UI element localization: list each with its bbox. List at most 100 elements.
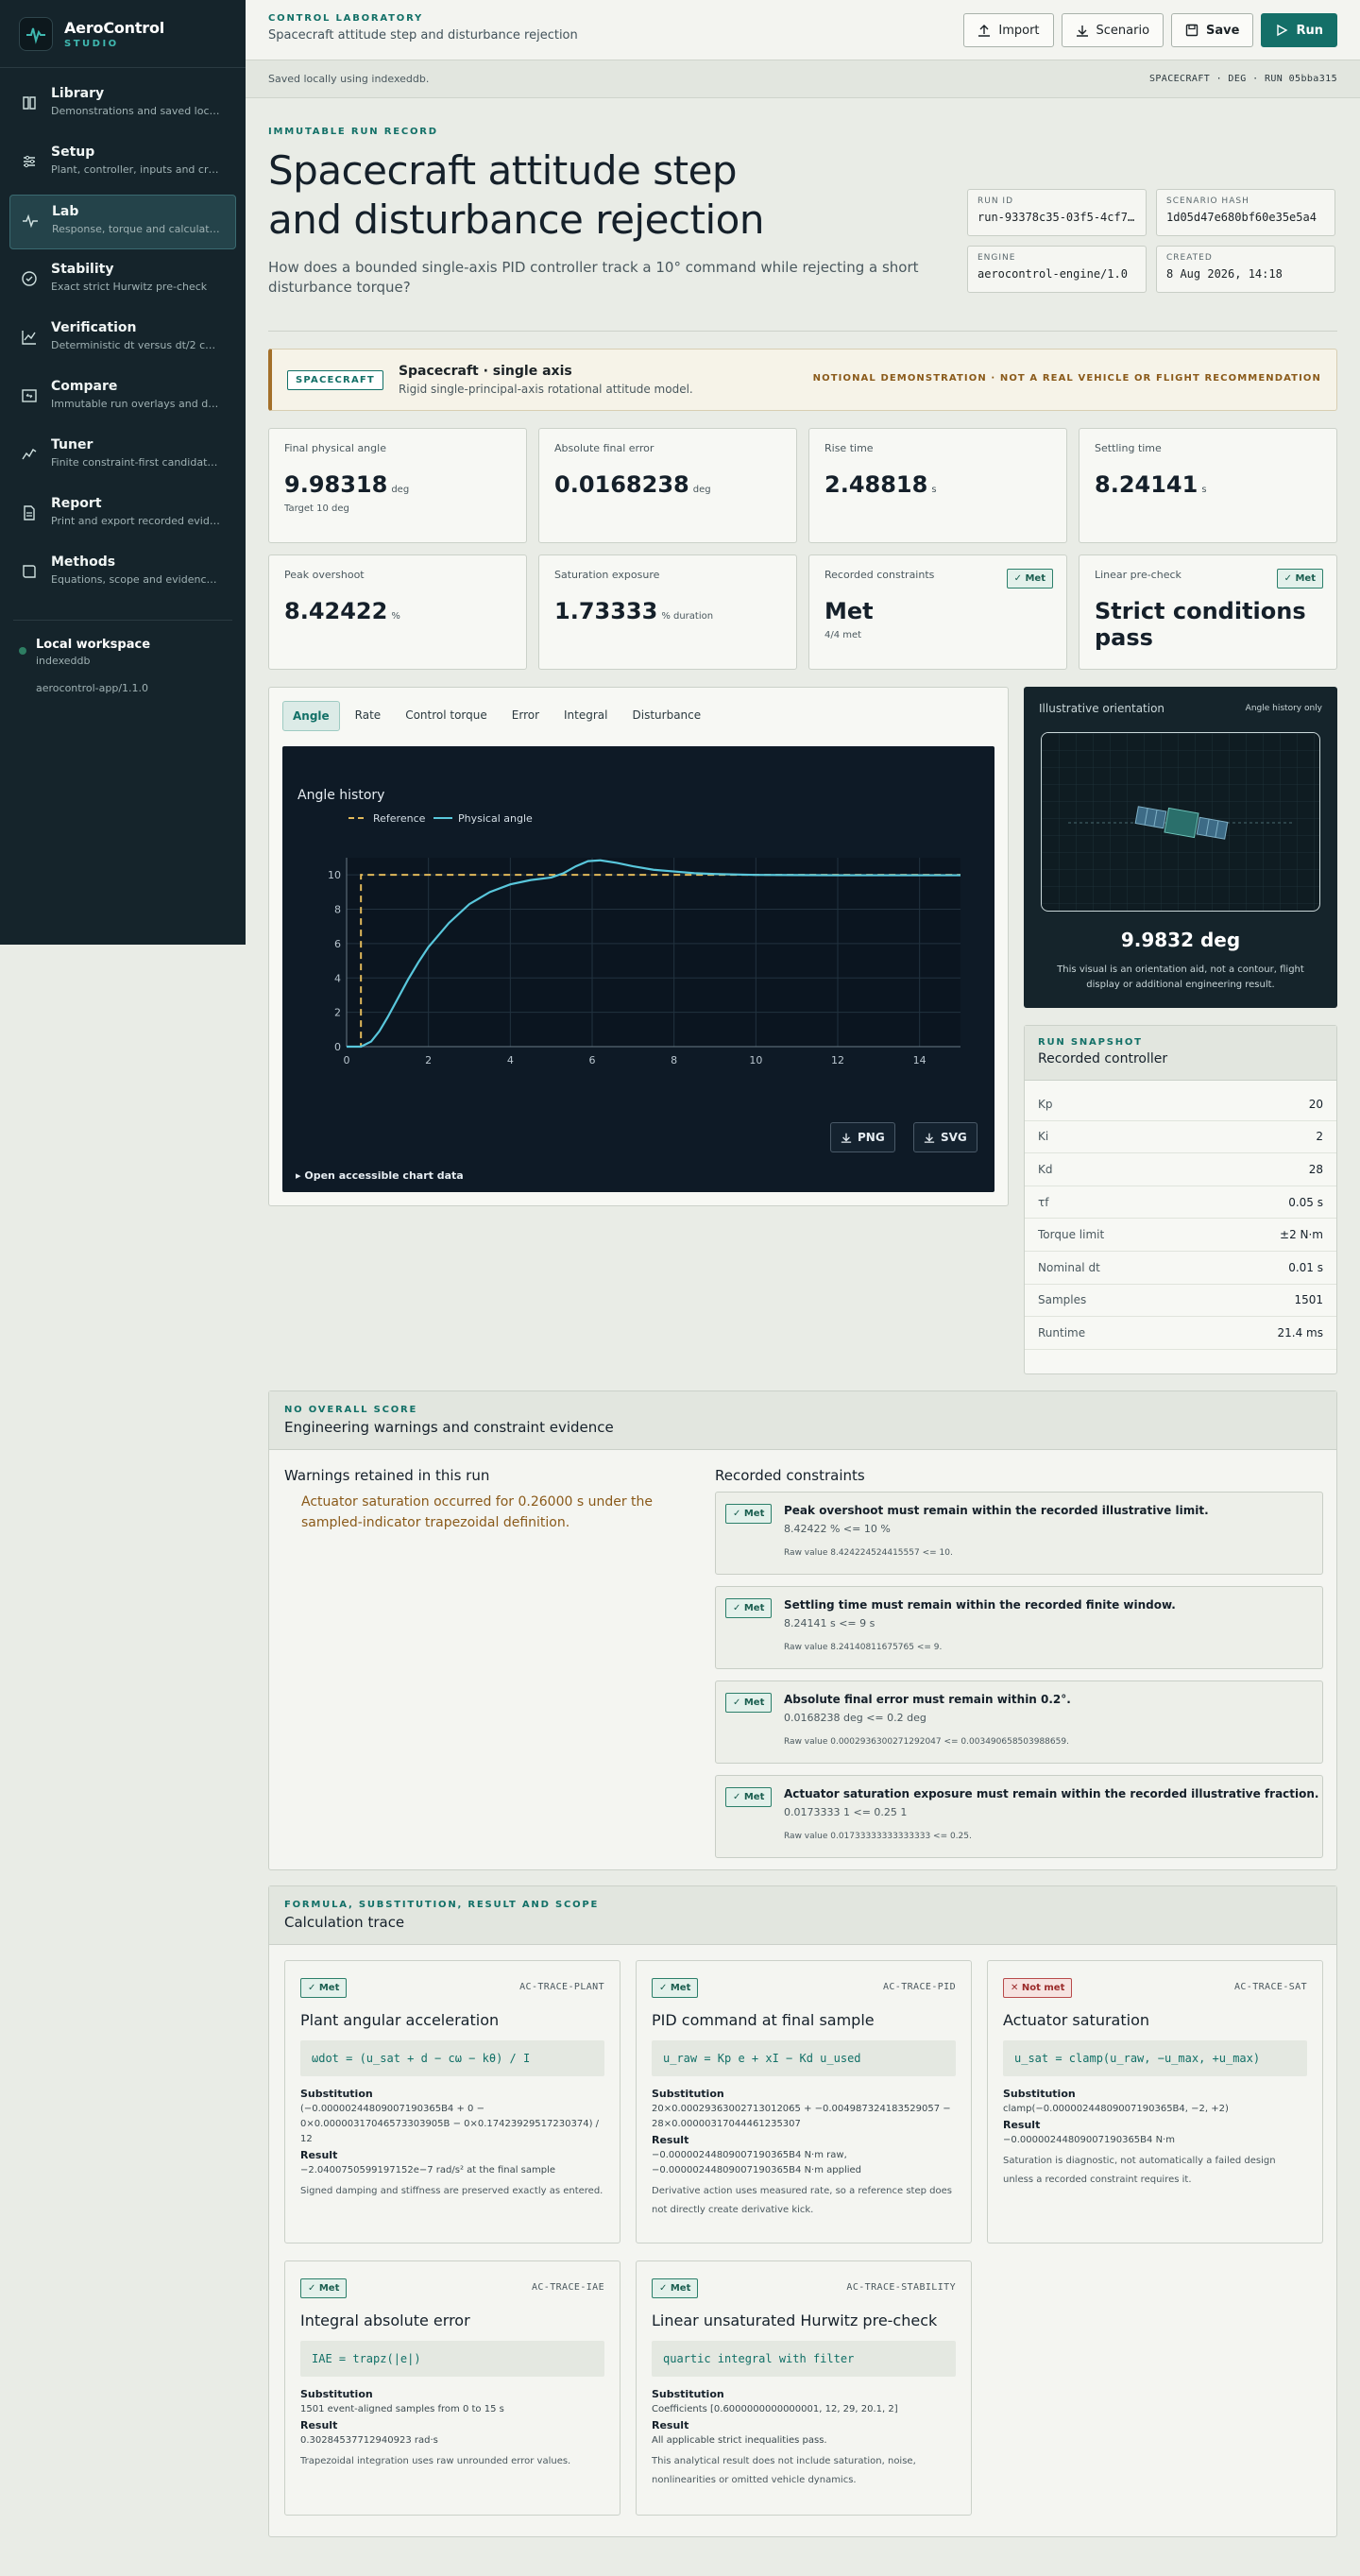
meta-value: 8 Aug 2026, 14:18 xyxy=(1166,267,1283,281)
meta-label: SCENARIO HASH xyxy=(1166,196,1250,206)
tab-rate[interactable]: Rate xyxy=(346,701,391,731)
trace-title: Actuator saturation xyxy=(1003,2011,1149,2029)
snapshot-key: Kp xyxy=(1038,1097,1053,1111)
trace-result: −0.00000244809007190365B4 N·m raw, −0.00… xyxy=(652,2150,862,2175)
run-button[interactable]: Run xyxy=(1261,13,1337,47)
tab-error[interactable]: Error xyxy=(502,701,549,731)
sidebar-item-methods[interactable]: Methods Equations, scope and evidence lan… xyxy=(9,546,236,601)
metric-value: 8.24141 s xyxy=(1095,471,1321,498)
met-badge: ✓ Met xyxy=(1006,569,1053,589)
export-svg-label: SVG xyxy=(941,1131,967,1144)
sidebar-item-verification[interactable]: Verification Deterministic dt versus dt/2… xyxy=(9,312,236,367)
workspace-version: aerocontrol-app/1.1.0 xyxy=(36,682,149,694)
constraint-card: ✓ Met Absolute final error must remain wi… xyxy=(715,1680,1323,1764)
x-tick-label: 14 xyxy=(913,1054,926,1066)
trace-id: AC-TRACE-IAE xyxy=(531,2282,604,2293)
sidebar-item-desc: Print and export recorded evidence xyxy=(51,515,221,527)
y-tick-label: 8 xyxy=(334,904,341,916)
orientation-panel: Illustrative orientation Angle history o… xyxy=(1024,687,1337,1008)
sidebar-item-title: Setup xyxy=(51,145,95,160)
sidebar-item-library[interactable]: Library Demonstrations and saved local st… xyxy=(9,77,236,132)
y-tick-label: 2 xyxy=(334,1007,341,1019)
sidebar-item-desc: Exact strict Hurwitz pre-check xyxy=(51,281,208,293)
scenario-label: Scenario xyxy=(1096,23,1150,38)
metric-number: Strict conditions pass xyxy=(1095,598,1306,651)
sidebar-item-compare[interactable]: Compare Immutable run overlays and differ… xyxy=(9,370,236,425)
sidebar-item-title: Verification xyxy=(51,320,137,335)
import-button[interactable]: Import xyxy=(963,13,1054,47)
snapshot-value: 21.4 ms xyxy=(1277,1325,1323,1339)
metric-value: Met xyxy=(824,598,1051,624)
sliders-icon xyxy=(21,153,38,170)
scenario-button[interactable]: Scenario xyxy=(1061,13,1164,47)
tab-control-torque[interactable]: Control torque xyxy=(396,701,497,731)
met-badge: ✓ Met xyxy=(300,1978,348,1998)
tab-disturbance[interactable]: Disturbance xyxy=(623,701,711,731)
trace-formula: IAE = trapz(|e|) xyxy=(300,2341,604,2377)
export-png-button[interactable]: PNG xyxy=(830,1122,895,1152)
met-badge: ✓ Met xyxy=(725,1598,773,1618)
metric-note: 4/4 met xyxy=(824,630,862,640)
sidebar-item-desc: Equations, scope and evidence language xyxy=(51,573,221,586)
metric-number: 1.73333 xyxy=(554,598,658,624)
meta-value: run-93378c35-03f5-4cf7-8ea7-05bba315 xyxy=(978,211,1136,224)
snapshot-value: 2 xyxy=(1316,1130,1323,1144)
metric-card: Linear pre-check ✓ Met Strict conditions p… xyxy=(1079,554,1337,670)
top-header: CONTROL LABORATORY Spacecraft attitude s… xyxy=(246,0,1360,60)
sidebar-item-setup[interactable]: Setup Plant, controller, inputs and crite… xyxy=(9,136,236,191)
domain-banner: SPACECRAFT Spacecraft · single axis Rigi… xyxy=(268,349,1337,411)
tab-angle[interactable]: Angle xyxy=(282,701,340,731)
sidebar-item-lab[interactable]: Lab Response, torque and calculation evid… xyxy=(9,195,236,249)
trace-result: All applicable strict inequalities pass. xyxy=(652,2435,827,2446)
save-button[interactable]: Save xyxy=(1171,13,1254,47)
trace-card: ✓ Met AC-TRACE-PLANT Plant angular acceler… xyxy=(284,1960,620,2243)
brand[interactable]: AeroControl STUDIO xyxy=(0,0,246,68)
meta-label: CREATED xyxy=(1166,253,1213,263)
accessible-data-toggle[interactable]: ▸ Open accessible chart data xyxy=(296,1169,464,1182)
metric-card: Saturation exposure 1.73333% duration xyxy=(538,554,797,670)
save-icon xyxy=(1185,24,1198,37)
snapshot-key: Ki xyxy=(1038,1130,1049,1144)
export-svg-button[interactable]: SVG xyxy=(913,1122,978,1152)
notional-warning: NOTIONAL DEMONSTRATION · NOT A REAL VEHI… xyxy=(812,373,1321,384)
sidebar-item-desc: Deterministic dt versus dt/2 comparison xyxy=(51,339,221,351)
retained-warnings-label: Warnings retained in this run xyxy=(284,1467,490,1484)
study-question: How does a bounded single-axis PID contr… xyxy=(268,259,919,296)
sidebar-item-tuner[interactable]: Tuner Finite constraint-first candidate s… xyxy=(9,429,236,484)
sidebar-item-desc: Immutable run overlays and differences xyxy=(51,398,221,410)
compare-icon xyxy=(21,387,38,404)
trace-id: AC-TRACE-SAT xyxy=(1233,1982,1307,1992)
not-met-badge: ✕ Not met xyxy=(1003,1978,1073,1998)
met-badge: ✓ Met xyxy=(1276,569,1323,589)
sidebar-item-stability[interactable]: Stability Exact strict Hurwitz pre-check xyxy=(9,253,236,308)
download-icon xyxy=(841,1133,852,1143)
results-row: Angle Rate Control torque Error Integral Dist… xyxy=(268,687,1337,1374)
pulse-icon xyxy=(22,213,39,230)
meta-value: 1d05d47e680bf60e35e5a4 xyxy=(1166,211,1317,224)
snapshot-key: Kd xyxy=(1038,1162,1053,1176)
x-tick-label: 8 xyxy=(671,1054,677,1066)
metric-card: Peak overshoot 8.42422% xyxy=(268,554,527,670)
constraint-title: Peak overshoot must remain within the re… xyxy=(784,1504,1209,1517)
trace-formula: u_raw = Kp e + xI − Kd u_used xyxy=(652,2040,956,2076)
snapshot-key: Runtime xyxy=(1038,1325,1086,1339)
sidebar-item-title: Report xyxy=(51,496,102,511)
metric-card: Recorded constraints ✓ Met Met 4/4 met xyxy=(808,554,1067,670)
result-label: Result xyxy=(1003,2119,1041,2131)
result-label: Result xyxy=(652,2134,689,2146)
result-label: Result xyxy=(300,2149,338,2161)
result-label: Result xyxy=(652,2419,689,2431)
legend-label: Physical angle xyxy=(458,812,533,825)
metric-value: 8.42422% xyxy=(284,598,511,624)
tab-integral[interactable]: Integral xyxy=(554,701,617,731)
sidebar-item-title: Stability xyxy=(51,262,114,277)
met-badge: ✓ Met xyxy=(725,1787,773,1807)
sidebar-item-report[interactable]: Report Print and export recorded evidence xyxy=(9,487,236,542)
metric-unit: s xyxy=(1201,485,1207,495)
snapshot-key: τf xyxy=(1038,1195,1049,1209)
met-badge: ✓ Met xyxy=(725,1504,773,1524)
trace-card: ✓ Met AC-TRACE-PID PID command at final sa… xyxy=(636,1960,972,2243)
legend-label: Reference xyxy=(373,812,426,825)
snapshot-key: Samples xyxy=(1038,1293,1087,1307)
met-badge: ✓ Met xyxy=(725,1693,773,1713)
